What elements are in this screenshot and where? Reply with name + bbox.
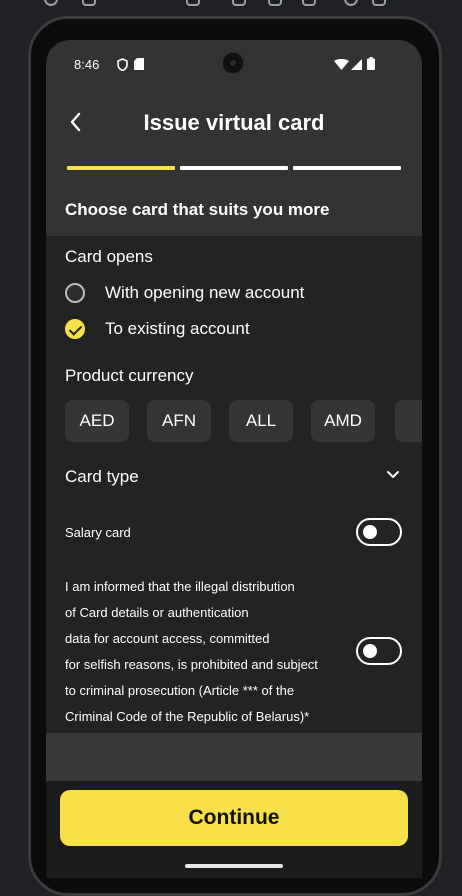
radio-label: To existing account (105, 319, 250, 338)
currency-chip-all[interactable]: ALL (229, 400, 293, 442)
legal-line: I am informed that the illegal distribut… (65, 579, 295, 594)
step-progress (67, 166, 401, 171)
header: 8:46 Issue virtual card Choose card that… (46, 40, 422, 236)
signal-icon (351, 59, 362, 70)
currency-chip-aed[interactable]: AED (65, 400, 129, 442)
legal-consent-text: I am informed that the illegal distribut… (65, 574, 345, 730)
settings-icon[interactable] (232, 0, 246, 6)
sd-card-icon (134, 58, 144, 70)
status-time: 8:46 (74, 57, 100, 72)
legal-line: data for account access, committed (65, 631, 270, 646)
emulator-tool-icon[interactable] (82, 0, 96, 6)
radio-checked-icon[interactable] (65, 319, 85, 339)
chevron-down-icon[interactable] (386, 470, 400, 480)
continue-button[interactable]: Continue (60, 790, 408, 846)
page-title: Issue virtual card (143, 110, 325, 135)
legal-consent-toggle[interactable] (356, 637, 402, 665)
currency-chip-list[interactable]: AED AFN ALL AMD (65, 400, 422, 442)
battery-icon (367, 57, 375, 70)
gesture-home-indicator[interactable] (185, 864, 283, 868)
legal-line: for selfish reasons, is prohibited and s… (65, 657, 318, 672)
progress-step-3 (293, 166, 401, 170)
wifi-icon (334, 59, 349, 70)
currency-chip-afn[interactable]: AFN (147, 400, 211, 442)
salary-card-toggle[interactable] (356, 518, 402, 546)
emulator-tool-icon[interactable] (344, 0, 358, 6)
currency-chip-partial[interactable] (395, 400, 422, 442)
emulator-tool-icon[interactable] (186, 0, 200, 6)
radio-unchecked-icon[interactable] (65, 283, 85, 303)
emulator-tool-icon[interactable] (302, 0, 316, 6)
toggle-knob (363, 644, 377, 658)
emulator-tool-icon[interactable] (44, 0, 58, 6)
product-currency-label: Product currency (65, 366, 194, 385)
legal-line: to criminal prosecution (Article *** of … (65, 683, 295, 698)
radio-label: With opening new account (105, 283, 305, 302)
section-subtitle: Choose card that suits you more (65, 200, 330, 219)
radio-new-account[interactable]: With opening new account (65, 283, 405, 307)
legal-line: of Card details or authentication (65, 605, 249, 620)
toggle-knob (363, 525, 377, 539)
app-screen: 8:46 Issue virtual card Choose card that… (46, 40, 422, 878)
content-footer-area (46, 733, 422, 781)
legal-line: Criminal Code of the Republic of Belarus… (65, 709, 310, 724)
currency-chip-amd[interactable]: AMD (311, 400, 375, 442)
shield-icon (117, 58, 128, 71)
progress-step-1 (67, 166, 175, 170)
emulator-toolbar (0, 0, 462, 14)
camera-cutout (222, 52, 244, 74)
card-opens-label: Card opens (65, 247, 153, 266)
card-type-label[interactable]: Card type (65, 467, 139, 487)
emulator-tool-icon[interactable] (372, 0, 386, 6)
salary-card-label: Salary card (65, 525, 131, 540)
radio-existing-account[interactable]: To existing account (65, 319, 405, 343)
emulator-tool-icon[interactable] (268, 0, 282, 6)
progress-step-2 (180, 166, 288, 170)
